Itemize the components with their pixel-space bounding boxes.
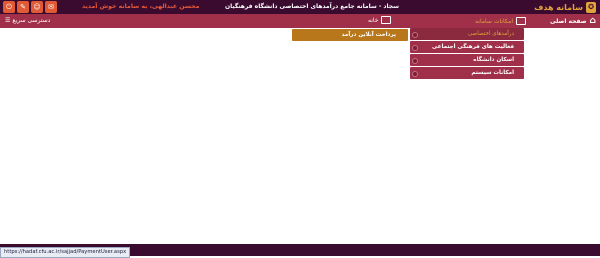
seal-icon: ✪ bbox=[586, 1, 596, 13]
bullet-icon bbox=[412, 71, 418, 77]
system-features-dropdown: درآمدهای اختصاصی فعالیت های فرهنگی اجتما… bbox=[410, 28, 524, 80]
dropdown-item-system-features[interactable]: امکانات سیستم bbox=[410, 67, 524, 79]
quick-access-label: دسترسی سریع bbox=[12, 17, 51, 24]
quick-access[interactable]: دسترسی سریع ☰ bbox=[5, 17, 50, 24]
welcome-message: محسن عبدالهی، به سامانه خوش آمدید bbox=[82, 3, 200, 10]
nav-system-features[interactable]: امکانات سامانه bbox=[436, 16, 526, 26]
bullet-icon bbox=[412, 32, 418, 38]
menu-icon: ☰ bbox=[5, 17, 11, 24]
power-icon[interactable]: ⏻ bbox=[3, 1, 15, 13]
nav-home-tab[interactable]: خانه bbox=[368, 16, 392, 24]
status-url: https://hadaf.cfu.ac.ir/sajjad/PaymentUs… bbox=[0, 247, 131, 258]
nav-home-tab-label: خانه bbox=[368, 16, 379, 24]
dropdown-item-label: امکانات سیستم bbox=[471, 70, 514, 76]
dropdown-item-label: فعالیت های فرهنگی اجتماعی bbox=[432, 44, 514, 50]
system-title: سجاد - سامانه جامع درآمدهای اختصاصی دانش… bbox=[225, 3, 399, 10]
header-icon-buttons: ⏻ ✎ ☺ ✉ bbox=[3, 1, 57, 13]
dropdown-item-university-housing[interactable]: اسکان دانشگاه bbox=[410, 54, 524, 66]
home-icon: ⌂ bbox=[589, 16, 596, 26]
top-bar: ✪ سامانه هدف سجاد - سامانه جامع درآمدهای… bbox=[0, 0, 600, 14]
dropdown-item-cultural-activities[interactable]: فعالیت های فرهنگی اجتماعی bbox=[410, 41, 524, 53]
nav-bar: ⌂ صفحه اصلی امکانات سامانه خانه دسترسی س… bbox=[0, 14, 600, 28]
dropdown-item-special-income[interactable]: درآمدهای اختصاصی bbox=[410, 28, 524, 40]
user-icon[interactable]: ☺ bbox=[31, 1, 43, 13]
window-icon bbox=[516, 17, 526, 25]
window-icon bbox=[381, 16, 392, 24]
bullet-icon bbox=[412, 58, 418, 64]
logo-text: سامانه هدف bbox=[534, 2, 583, 12]
nav-home-label: صفحه اصلی bbox=[550, 17, 587, 25]
bullet-icon bbox=[412, 45, 418, 51]
nav-system-features-label: امکانات سامانه bbox=[475, 17, 513, 25]
user-edit-icon[interactable]: ✎ bbox=[17, 1, 29, 13]
logo[interactable]: ✪ سامانه هدف bbox=[534, 1, 596, 13]
submenu-online-payment[interactable]: پرداخت آنلاین درآمد bbox=[292, 29, 408, 41]
dropdown-item-label: درآمدهای اختصاصی bbox=[467, 31, 514, 37]
inbox-icon[interactable]: ✉ bbox=[45, 1, 57, 13]
nav-home[interactable]: ⌂ صفحه اصلی bbox=[550, 16, 596, 26]
dropdown-item-label: اسکان دانشگاه bbox=[473, 57, 514, 63]
